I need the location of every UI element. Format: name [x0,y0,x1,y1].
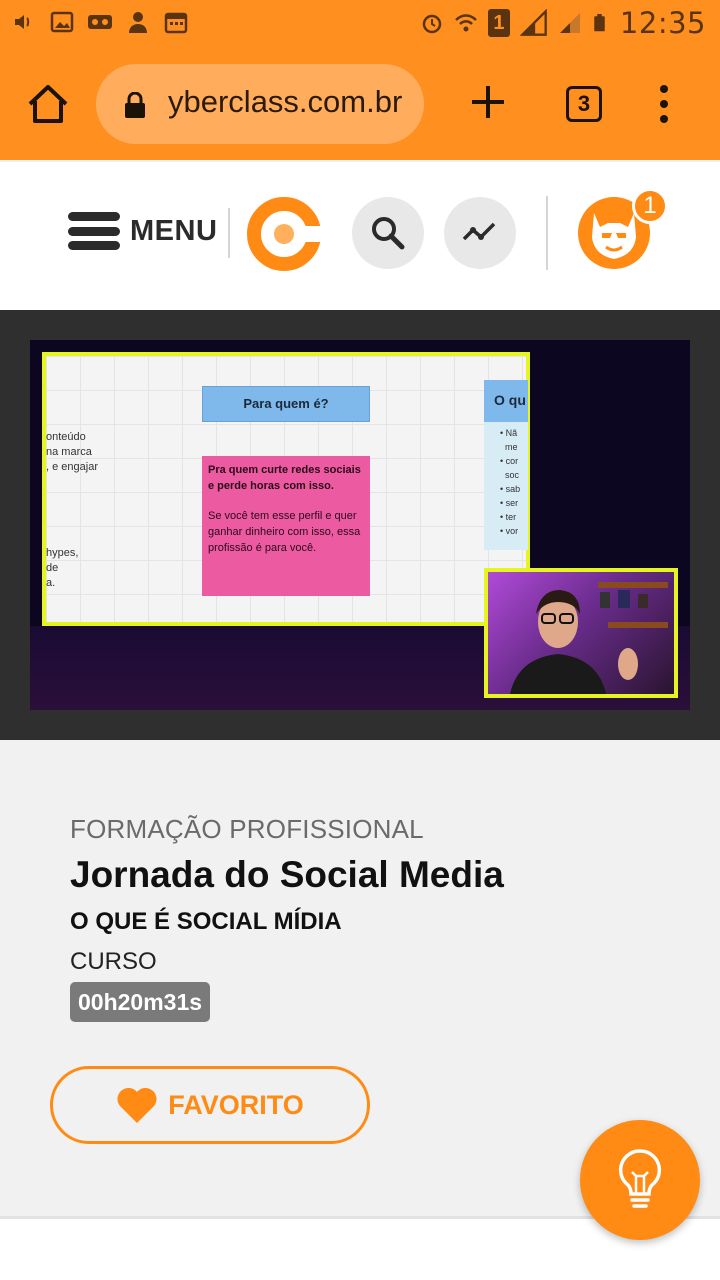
url-text: yberclass.com.br [168,84,403,119]
slide-right-list: • Nã me • cor soc • sab • ser • ter • vo… [484,422,528,538]
list-item: soc [505,470,520,480]
address-bar[interactable]: yberclass.com.br [96,64,424,144]
tab-switcher-button[interactable]: 3 [566,86,602,122]
list-item: • sab [500,484,521,494]
menu-button[interactable]: MENU [68,212,217,250]
volume-icon [15,15,30,29]
course-category: FORMAÇÃO PROFISSIONAL [70,814,424,844]
slide-right-card: O qu • Nã me • cor soc • sab • ser • ter… [484,380,528,550]
slide-right-title: O qu [484,380,528,422]
list-item: • vor [500,526,519,536]
lesson-title: O QUE É SOCIAL MÍDIA [70,908,342,935]
battery-icon [594,14,605,32]
calendar-icon [164,12,188,34]
presenter-image [510,582,668,694]
menu-label: MENU [130,214,218,247]
list-item: • Nã [500,428,518,438]
content-type: CURSO [70,948,157,975]
presenter-webcam [484,568,678,698]
slide-text-fragment: onteúdo na marca , e engajar [46,431,98,473]
slide-text-fragment: hypes, de a. [46,547,79,589]
card-bold-text: Pra quem curte redes sociais e perde hor… [208,464,361,492]
browser-toolbar: yberclass.com.br 3 [0,50,720,160]
home-icon[interactable] [26,82,70,126]
presentation-slide: onteúdo na marca , e engajar hypes, de a… [42,352,530,626]
sim-icon: 1 [487,9,510,37]
favorite-button[interactable]: FAVORITO [50,1066,370,1144]
wifi-icon [455,14,477,32]
heart-icon [117,1087,157,1123]
duration-badge: 00h20m31s [70,982,211,1022]
person-icon [129,12,147,33]
video-player[interactable]: onteúdo na marca , e engajar hypes, de a… [30,340,690,710]
clock: 12:35 [619,6,706,40]
notification-badge[interactable]: 1 [632,188,668,224]
alarm-icon [422,14,442,34]
image-icon [50,11,74,33]
trend-line-icon [462,222,496,241]
status-bar: 1 12:35 [0,0,720,50]
tips-button[interactable] [580,1120,700,1240]
list-item: • ser [500,498,519,508]
divider [228,208,230,258]
course-title: Jornada do Social Media [70,854,504,895]
divider [546,196,548,270]
lightbulb-icon [618,1149,662,1208]
favorite-label: FAVORITO [168,1089,304,1120]
more-options-icon[interactable] [656,84,672,124]
list-item: • cor [500,456,519,466]
search-icon [372,217,405,250]
voicemail-icon [88,15,112,29]
signal-icon [519,9,547,36]
search-button[interactable] [352,197,424,269]
slide-pink-card: Pra quem curte redes sociais e perde hor… [202,456,370,596]
hamburger-icon [68,212,120,250]
video-section: onteúdo na marca , e engajar hypes, de a… [0,310,720,740]
progress-button[interactable] [444,197,516,269]
new-tab-icon[interactable] [468,82,508,122]
lock-icon [125,92,145,118]
cyberclass-logo[interactable] [246,196,330,272]
list-item: • ter [500,512,517,522]
slide-box-title: Para quem é? [202,386,370,422]
card-body-text: Se você tem esse perfil e quer ganhar di… [208,510,361,554]
signal-icon [559,13,580,33]
list-item: me [505,442,518,452]
site-header: MENU 1 [0,162,720,310]
